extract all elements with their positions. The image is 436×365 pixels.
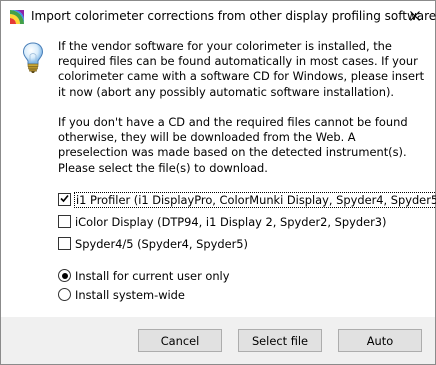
cancel-button[interactable]: Cancel [138,329,222,352]
window-title: Import colorimeter corrections from othe… [31,9,436,23]
instruction-paragraph-1: If the vendor software for your colorime… [58,39,425,99]
instruction-paragraph-2: If you don't have a CD and the required … [58,115,408,175]
checkbox-label: iColor Display (DTP94, i1 Display 2, Spy… [75,214,387,229]
radio-install-system-wide[interactable]: Install system-wide [58,286,185,303]
checkbox-box[interactable] [58,237,71,250]
select-file-button[interactable]: Select file [238,329,322,352]
close-icon [410,11,420,21]
radio-button[interactable] [58,269,71,282]
title-bar[interactable]: Import colorimeter corrections from othe… [1,1,436,32]
checkmark-icon [60,194,69,203]
checkbox-icolor-display[interactable]: iColor Display (DTP94, i1 Display 2, Spy… [58,213,386,230]
button-bar: Cancel Select file Auto [1,317,435,364]
radio-install-current-user[interactable]: Install for current user only [58,267,229,284]
radio-label: Install system-wide [75,287,185,302]
app-color-wheel-icon [9,9,25,25]
radio-button[interactable] [58,288,71,301]
checkbox-i1-profiler[interactable]: i1 Profiler (i1 DisplayPro, ColorMunki D… [58,191,436,208]
lightbulb-icon [22,42,44,73]
checkbox-label: i1 Profiler (i1 DisplayPro, ColorMunki D… [74,191,436,208]
radio-label: Install for current user only [75,268,230,283]
close-button[interactable] [401,5,429,27]
dialog-window: Import colorimeter corrections from othe… [0,0,436,365]
auto-button[interactable]: Auto [338,329,422,352]
checkbox-spyder45[interactable]: Spyder4/5 (Spyder4, Spyder5) [58,235,248,252]
checkbox-box[interactable] [58,193,71,206]
checkbox-box[interactable] [58,215,71,228]
dialog-content: If the vendor software for your colorime… [1,32,436,317]
radio-selected-dot [61,272,68,279]
checkbox-label: Spyder4/5 (Spyder4, Spyder5) [75,236,248,251]
